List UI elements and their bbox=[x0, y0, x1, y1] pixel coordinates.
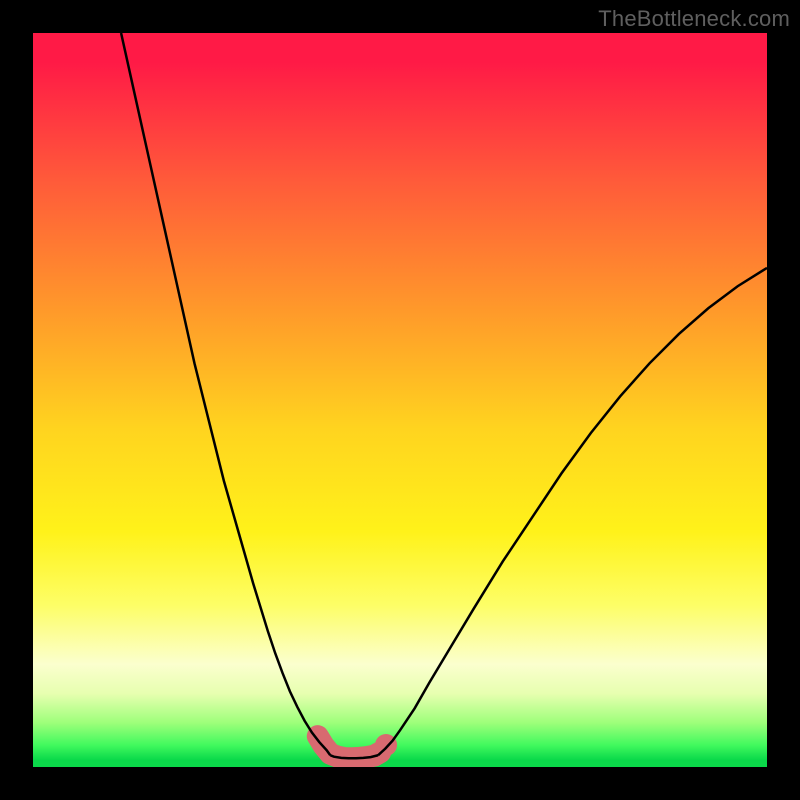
chart-overlay bbox=[33, 33, 767, 767]
marker-path bbox=[318, 736, 380, 758]
right-curve bbox=[378, 268, 767, 755]
left-curve bbox=[121, 33, 330, 755]
plot-area bbox=[33, 33, 767, 767]
chart-frame: TheBottleneck.com bbox=[0, 0, 800, 800]
watermark-text: TheBottleneck.com bbox=[598, 6, 790, 32]
